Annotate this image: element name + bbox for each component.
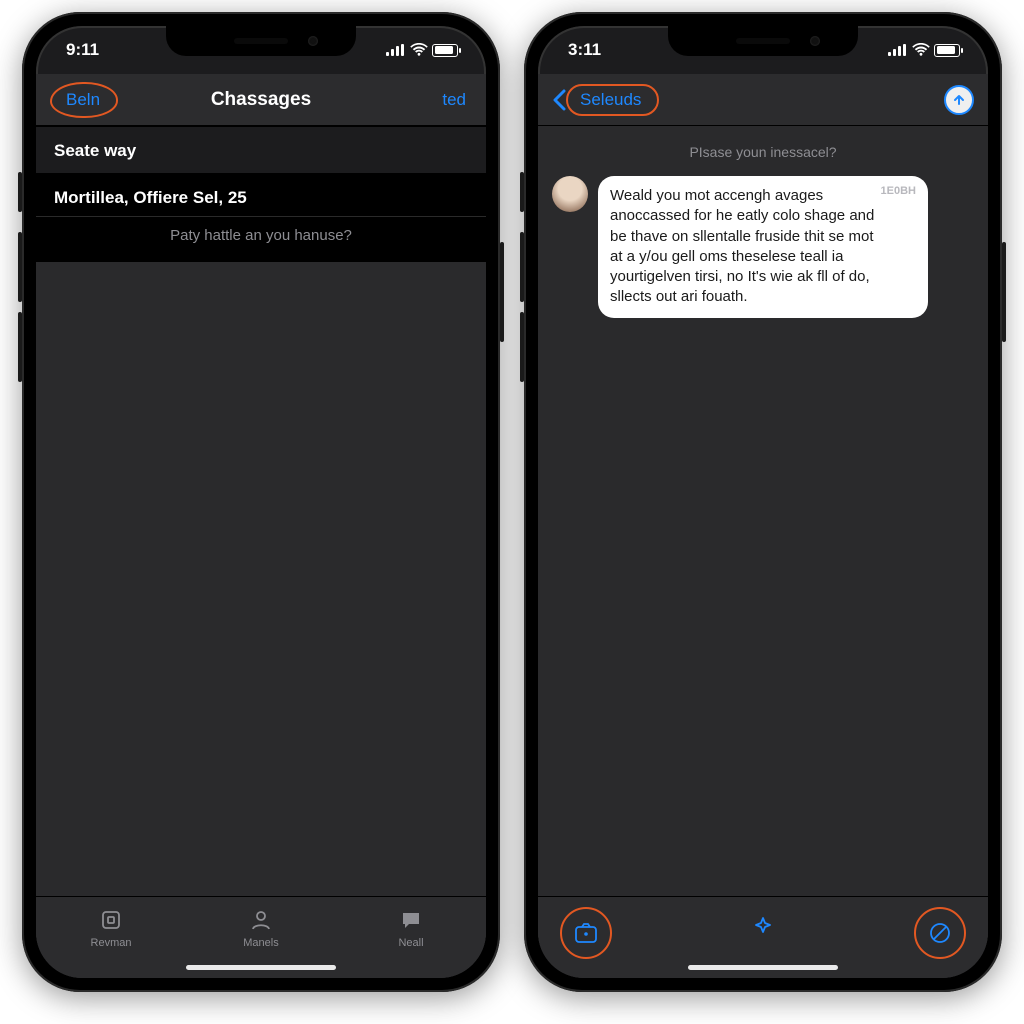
cellular-signal-icon (386, 44, 404, 56)
notch (668, 26, 858, 56)
camera-button[interactable] (566, 913, 606, 953)
person-icon (226, 907, 296, 933)
message-bubble[interactable]: 1E0BH Weald you mot accengh avages anocc… (598, 176, 928, 318)
nav-left-button[interactable]: Beln (60, 86, 106, 114)
thread-prompt: PIsase youn inessacel? (538, 126, 988, 172)
thread-content: PIsase youn inessacel? 1E0BH Weald you m… (538, 126, 988, 896)
tab-item-left[interactable]: Revman (76, 907, 146, 949)
battery-icon (934, 44, 960, 57)
compose-button[interactable] (920, 913, 960, 953)
wifi-icon (410, 43, 426, 57)
highlight-circle: Seleuds (566, 84, 659, 116)
info-button[interactable] (944, 85, 974, 115)
message-text: Weald you mot accengh avages anoccassed … (610, 186, 916, 308)
phone-left: 9:11 Beln Chassages ted (22, 12, 500, 992)
inbox-content: Seate way Mortillea, Offiere Sel, 25 Pat… (36, 126, 486, 896)
navbar: Seleuds (538, 74, 988, 126)
tab-label: Manels (226, 937, 296, 949)
toolbar (538, 896, 988, 978)
tab-label: Neall (376, 937, 446, 949)
tab-bar: Revman Manels Neall (36, 896, 486, 978)
home-indicator[interactable] (688, 965, 838, 970)
back-button[interactable] (552, 89, 566, 111)
camera-icon (574, 922, 598, 944)
apps-button[interactable] (743, 907, 783, 947)
status-time: 9:11 (66, 40, 99, 60)
highlight-circle (914, 907, 966, 959)
avatar[interactable] (552, 176, 588, 212)
highlight-circle (560, 907, 612, 959)
square-icon (76, 907, 146, 933)
arrow-up-icon (952, 93, 966, 107)
highlight-circle: Beln (50, 82, 118, 118)
message-timestamp: 1E0BH (881, 184, 916, 199)
status-time: 3:11 (568, 40, 601, 60)
conversation-preview: Paty hattle an you hanuse? (36, 217, 486, 262)
wifi-icon (912, 43, 928, 57)
cellular-signal-icon (888, 44, 906, 56)
battery-icon (432, 44, 458, 57)
section-header: Seate way (36, 126, 486, 174)
sparkle-icon (752, 916, 774, 938)
tab-item-center[interactable]: Manels (226, 907, 296, 949)
back-title[interactable]: Seleuds (578, 88, 643, 112)
navbar: Beln Chassages ted (36, 74, 486, 126)
circle-slash-icon (928, 921, 952, 945)
tab-item-right[interactable]: Neall (376, 907, 446, 949)
home-indicator[interactable] (186, 965, 336, 970)
conversation-row[interactable]: Mortillea, Offiere Sel, 25 (36, 174, 486, 217)
chat-icon (376, 907, 446, 933)
message-row: 1E0BH Weald you mot accengh avages anocc… (538, 172, 988, 322)
phone-right: 3:11 Seleuds (524, 12, 1002, 992)
nav-right-button[interactable]: ted (436, 86, 472, 114)
tab-label: Revman (76, 937, 146, 949)
notch (166, 26, 356, 56)
